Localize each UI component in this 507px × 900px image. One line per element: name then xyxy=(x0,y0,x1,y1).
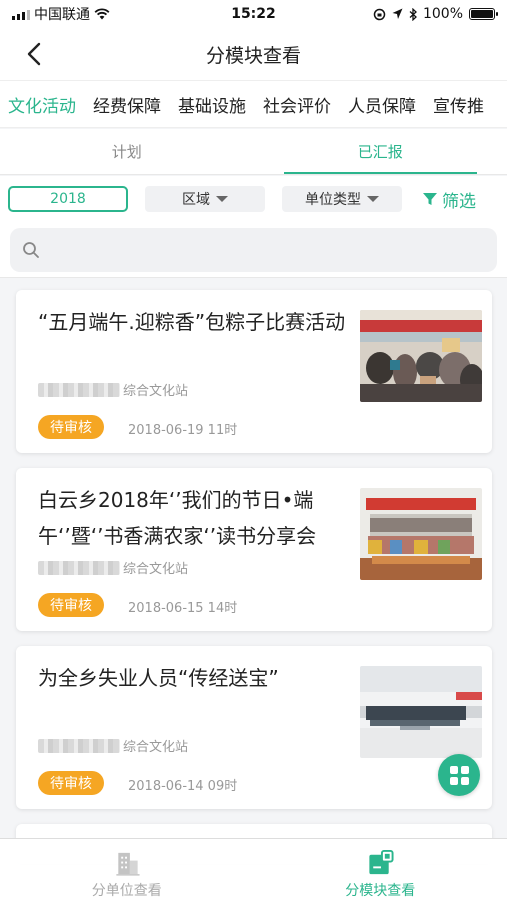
activity-org: 综合文化站 xyxy=(38,736,188,755)
activity-list: “五月端午.迎粽香”包粽子比赛活动 综合文化站 待审核 2018-06-19 1… xyxy=(16,290,492,864)
tab-reported[interactable]: 已汇报 xyxy=(254,129,507,174)
search-bar xyxy=(0,222,507,278)
activity-thumbnail xyxy=(360,666,482,758)
building-icon xyxy=(116,852,140,876)
activity-card[interactable]: “五月端午.迎粽香”包粽子比赛活动 综合文化站 待审核 2018-06-19 1… xyxy=(16,290,492,453)
activity-org: 综合文化站 xyxy=(38,380,188,399)
module-icon xyxy=(369,849,394,875)
activity-date: 2018-06-14 09时 xyxy=(128,779,238,794)
area-dropdown[interactable]: 区域 xyxy=(145,186,265,212)
org-suffix: 综合文化站 xyxy=(123,562,189,577)
caret-down-icon xyxy=(367,196,379,202)
bottom-nav-by-unit[interactable]: 分单位查看 xyxy=(0,839,254,900)
page-title: 分模块查看 xyxy=(205,44,301,67)
activity-title: 白云乡2018年‘’我们的节日•端午‘’暨‘’书香满农家‘’读书分享会 xyxy=(38,488,317,548)
status-left: 中国联通 xyxy=(12,4,110,24)
activity-date: 2018-06-19 11时 xyxy=(128,423,238,438)
location-icon xyxy=(392,8,403,19)
funnel-icon xyxy=(423,193,437,205)
activity-card[interactable]: 白云乡2018年‘’我们的节日•端午‘’暨‘’书香满农家‘’读书分享会 综合文化… xyxy=(16,468,492,631)
activity-date: 2018-06-15 14时 xyxy=(128,601,238,616)
activity-thumbnail xyxy=(360,310,482,402)
sub-tabs: 计划 已汇报 xyxy=(0,129,507,175)
battery-icon xyxy=(469,8,498,20)
nav-bar: 分模块查看 xyxy=(0,28,507,80)
status-right: 100% xyxy=(373,6,498,22)
bottom-nav: 分单位查看 分模块查看 xyxy=(0,838,507,900)
unit-type-dropdown[interactable]: 单位类型 xyxy=(282,186,402,212)
bottom-nav-by-module-label: 分模块查看 xyxy=(345,883,416,899)
org-suffix: 综合文化站 xyxy=(123,384,189,399)
area-dropdown-label: 区域 xyxy=(182,192,210,208)
caret-down-icon xyxy=(216,196,228,202)
signal-icon xyxy=(12,8,30,20)
carrier-label: 中国联通 xyxy=(34,7,90,23)
activity-card[interactable]: 为全乡失业人员“传经送宝” 综合文化站 待审核 2018-06-14 09时 xyxy=(16,646,492,809)
bluetooth-icon xyxy=(409,7,417,21)
wifi-icon xyxy=(94,8,110,20)
blurred-org-name xyxy=(38,382,120,397)
status-badge: 待审核 xyxy=(38,593,104,617)
tab-funding[interactable]: 经费保障 xyxy=(93,92,161,117)
org-suffix: 综合文化站 xyxy=(123,740,189,755)
activity-org: 综合文化站 xyxy=(38,558,188,577)
activity-title: 为全乡失业人员“传经送宝” xyxy=(38,666,279,690)
activity-title: “五月端午.迎粽香”包粽子比赛活动 xyxy=(38,310,346,334)
blurred-org-name xyxy=(38,560,120,575)
grid-menu-button[interactable] xyxy=(438,754,480,796)
year-selector[interactable]: 2018 xyxy=(8,186,128,212)
tab-infrastructure[interactable]: 基础设施 xyxy=(178,92,246,117)
bottom-nav-by-unit-label: 分单位查看 xyxy=(91,883,162,899)
back-button[interactable] xyxy=(20,40,48,68)
chevron-left-icon xyxy=(27,42,41,66)
filter-button[interactable]: 筛选 xyxy=(422,187,476,212)
blurred-org-name xyxy=(38,738,120,753)
tab-social-evaluation[interactable]: 社会评价 xyxy=(263,92,331,117)
filter-button-label: 筛选 xyxy=(442,191,476,212)
filter-bar: 2018 区域 单位类型 筛选 xyxy=(0,176,507,222)
status-bar: 中国联通 15:22 100% xyxy=(0,0,507,28)
module-tabs: 文化活动 经费保障 基础设施 社会评价 人员保障 宣传推 xyxy=(0,80,507,128)
battery-percent: 100% xyxy=(422,6,463,22)
tab-plan[interactable]: 计划 xyxy=(0,129,254,174)
tab-staffing[interactable]: 人员保障 xyxy=(348,92,416,117)
tab-publicity[interactable]: 宣传推 xyxy=(433,92,484,117)
grid-icon xyxy=(449,765,469,785)
status-badge: 待审核 xyxy=(38,415,104,439)
search-box[interactable] xyxy=(10,228,497,272)
bottom-nav-by-module[interactable]: 分模块查看 xyxy=(254,839,507,900)
rotation-lock-icon xyxy=(373,8,386,20)
tab-culture-activity[interactable]: 文化活动 xyxy=(8,92,76,117)
activity-thumbnail xyxy=(360,488,482,580)
search-icon xyxy=(23,242,39,258)
status-badge: 待审核 xyxy=(38,771,104,795)
unit-type-dropdown-label: 单位类型 xyxy=(305,192,361,208)
search-input[interactable] xyxy=(48,242,448,258)
